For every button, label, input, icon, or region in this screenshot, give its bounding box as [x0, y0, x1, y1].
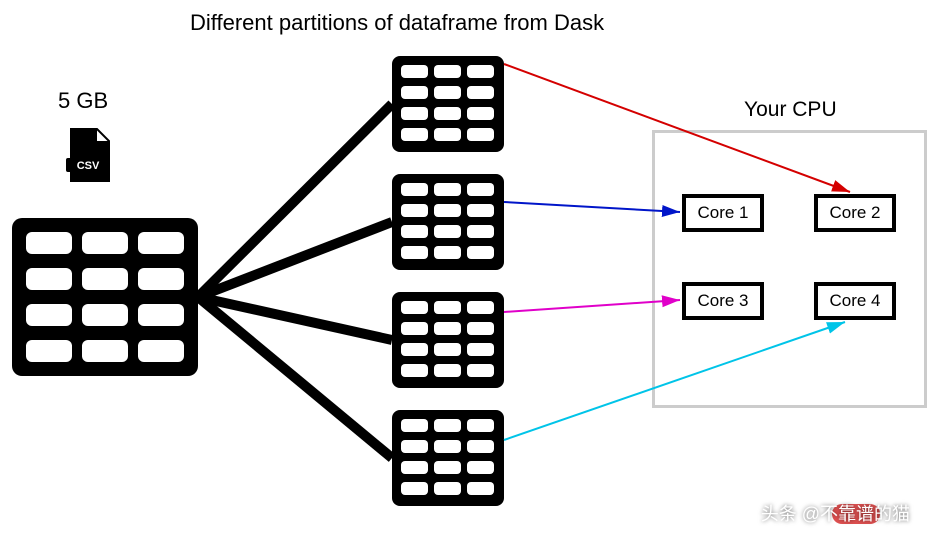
csv-badge-text: CSV — [77, 160, 100, 172]
cpu-core: Core 2 — [814, 194, 896, 232]
cpu-label: Your CPU — [744, 98, 837, 122]
diagram-title: Different partitions of dataframe from D… — [190, 10, 604, 36]
partition-icon — [392, 56, 504, 152]
watermark-text: 头条 @不靠谱的猫 — [761, 500, 910, 526]
file-size-label: 5 GB — [58, 88, 108, 114]
cpu-box — [652, 130, 927, 408]
partition-icon — [392, 292, 504, 388]
cpu-core: Core 3 — [682, 282, 764, 320]
cpu-core: Core 1 — [682, 194, 764, 232]
cpu-core: Core 4 — [814, 282, 896, 320]
csv-file-icon: CSV — [66, 128, 110, 182]
source-dataframe-icon — [12, 218, 198, 376]
partition-icon — [392, 174, 504, 270]
partition-icon — [392, 410, 504, 506]
